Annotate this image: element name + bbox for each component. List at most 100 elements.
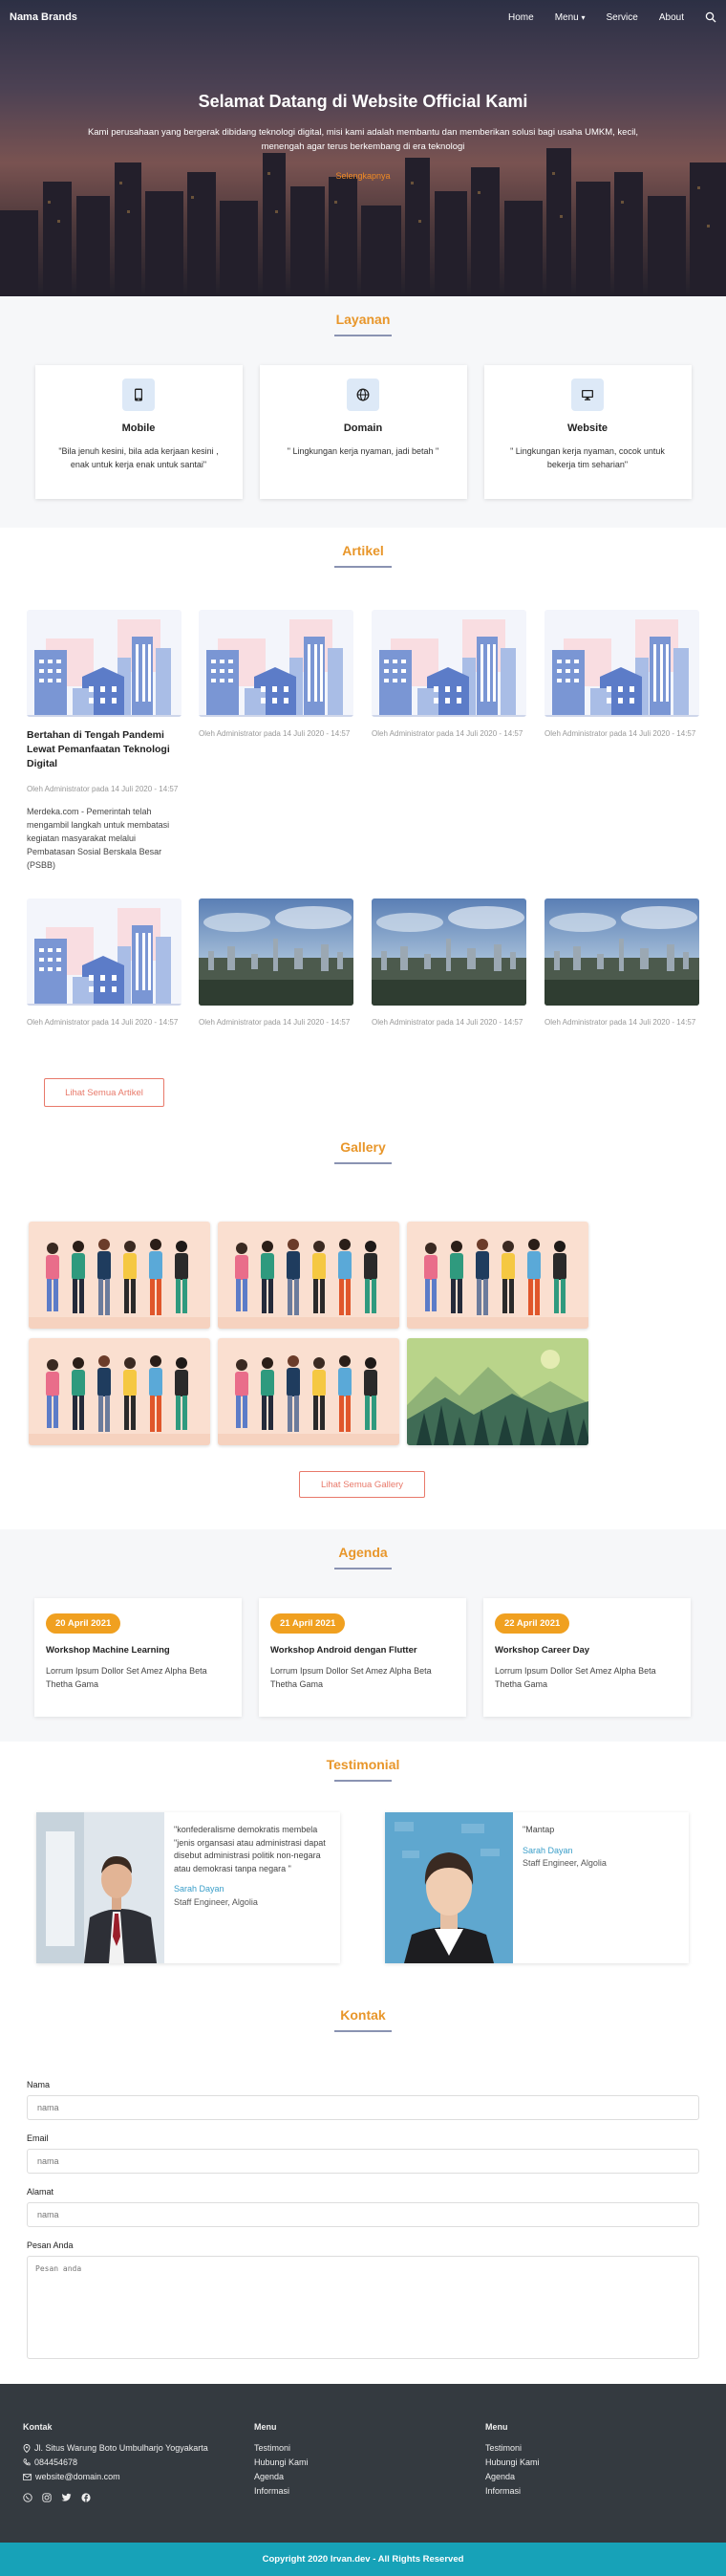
article-card[interactable]: Oleh Administrator pada 14 Juli 2020 - 1… — [372, 898, 526, 1028]
article-image[interactable] — [372, 610, 526, 717]
testimonial-card: "Mantap Sarah Dayan Staff Engineer, Algo… — [385, 1812, 689, 1963]
article-image[interactable] — [544, 898, 699, 1006]
footer-link[interactable]: Informasi — [485, 2486, 540, 2496]
article-title[interactable]: Bertahan di Tengah Pandemi Lewat Pemanfa… — [27, 728, 182, 772]
footer-link[interactable]: Testimoni — [254, 2443, 309, 2453]
chevron-down-icon: ▾ — [581, 12, 586, 22]
view-all-articles-button[interactable]: Lihat Semua Artikel — [44, 1078, 164, 1107]
service-desc: "Bila jenuh kesini, bila ada kerjaan kes… — [58, 446, 219, 469]
article-meta: Oleh Administrator pada 14 Juli 2020 - 1… — [199, 729, 351, 738]
footer-link[interactable]: Informasi — [254, 2486, 309, 2496]
footer-link[interactable]: Hubungi Kami — [254, 2457, 309, 2467]
footer-link[interactable]: Agenda — [254, 2472, 309, 2481]
service-desc: " Lingkungan kerja nyaman, cocok untuk b… — [510, 446, 665, 469]
artikel-section: Artikel Bertahan di Tengah Pandemi Lewat… — [0, 528, 726, 1139]
footer-phone: 084454678 — [34, 2457, 78, 2467]
footer-menu-column: Menu Testimoni Hubungi Kami Agenda Infor… — [254, 2422, 309, 2500]
gallery-image[interactable] — [29, 1222, 210, 1329]
nama-input[interactable] — [27, 2095, 699, 2120]
footer-link[interactable]: Testimoni — [485, 2443, 540, 2453]
nav-home[interactable]: Home — [508, 12, 534, 23]
nav-about[interactable]: About — [659, 12, 684, 23]
agenda-title-text: Workshop Career Day — [495, 1645, 590, 1656]
alamat-label: Alamat — [27, 2187, 54, 2197]
footer-contact-column: Kontak Jl. Situs Warung Boto Umbulharjo … — [23, 2422, 208, 2502]
article-meta: Oleh Administrator pada 14 Juli 2020 - 1… — [199, 1018, 351, 1027]
agenda-card[interactable]: 22 April 2021 Workshop Career Day Lorrum… — [483, 1598, 691, 1717]
article-meta: Oleh Administrator pada 14 Juli 2020 - 1… — [372, 1018, 523, 1027]
agenda-title-text: Workshop Android dengan Flutter — [270, 1645, 417, 1656]
testimonial-card: "konfederalisme demokratis membela "jeni… — [36, 1812, 340, 1963]
article-image[interactable] — [27, 898, 182, 1006]
whatsapp-icon[interactable] — [23, 2493, 32, 2502]
pesan-textarea[interactable] — [27, 2256, 699, 2359]
gallery-image[interactable] — [407, 1338, 588, 1445]
hero-title: Selamat Datang di Website Official Kami — [198, 92, 528, 111]
nav-menu-label: Menu — [554, 11, 579, 23]
phone-icon — [23, 2458, 31, 2466]
article-card-featured[interactable]: Bertahan di Tengah Pandemi Lewat Pemanfa… — [27, 610, 182, 873]
article-excerpt: Merdeka.com - Pemerintah telah mengambil… — [27, 807, 170, 870]
article-image[interactable] — [372, 898, 526, 1006]
footer-link[interactable]: Agenda — [485, 2472, 540, 2481]
testimonial-photo — [36, 1812, 164, 1963]
service-card-mobile: Mobile "Bila jenuh kesini, bila ada kerj… — [34, 365, 243, 499]
agenda-title-text: Workshop Machine Learning — [46, 1645, 170, 1656]
service-desc: " Lingkungan kerja nyaman, jadi betah " — [287, 446, 439, 456]
agenda-card[interactable]: 21 April 2021 Workshop Android dengan Fl… — [259, 1598, 466, 1717]
hero-subtitle: Kami perusahaan yang bergerak dibidang t… — [87, 127, 639, 153]
map-pin-icon — [23, 2443, 31, 2453]
article-meta: Oleh Administrator pada 14 Juli 2020 - 1… — [27, 1018, 179, 1027]
nav-menu-dropdown[interactable]: Menu ▾ — [555, 12, 586, 23]
monitor-icon — [571, 379, 604, 411]
agenda-card[interactable]: 20 April 2021 Workshop Machine Learning … — [34, 1598, 242, 1717]
email-label: Email — [27, 2133, 49, 2143]
footer-menu-heading: Menu — [485, 2422, 508, 2432]
hero-cta-link[interactable]: Selengkapnya — [335, 171, 390, 181]
artikel-title: Artikel — [342, 543, 384, 558]
gallery-image[interactable] — [218, 1338, 399, 1445]
service-name: Website — [567, 422, 608, 434]
brand-logo[interactable]: Nama Brands — [10, 11, 77, 23]
service-name: Domain — [343, 422, 383, 434]
agenda-desc: Lorrum Ipsum Dollor Set Amez Alpha Beta … — [495, 1666, 656, 1689]
gallery-title: Gallery — [340, 1139, 386, 1155]
hero-section: Selamat Datang di Website Official Kami … — [0, 0, 726, 296]
article-meta: Oleh Administrator pada 14 Juli 2020 - 1… — [544, 1018, 696, 1027]
contact-form: Nama Email Alamat Pesan Anda — [27, 2080, 699, 2359]
nav-service[interactable]: Service — [607, 12, 638, 23]
globe-icon — [347, 379, 379, 411]
social-links — [23, 2493, 208, 2502]
footer-email[interactable]: website@domain.com — [35, 2472, 120, 2481]
testimonial-name: Sarah Dayan — [523, 1845, 573, 1855]
testimonial-role: Staff Engineer, Algolia — [523, 1858, 607, 1868]
service-name: Mobile — [121, 422, 156, 434]
footer-contact-heading: Kontak — [23, 2422, 53, 2432]
layanan-section: Layanan Mobile "Bila jenuh kesini, bila … — [0, 296, 726, 528]
footer-address: Jl. Situs Warung Boto Umbulharjo Yogyaka… — [34, 2443, 208, 2453]
gallery-image[interactable] — [218, 1222, 399, 1329]
footer-link[interactable]: Hubungi Kami — [485, 2457, 540, 2467]
article-card[interactable]: Oleh Administrator pada 14 Juli 2020 - 1… — [199, 610, 353, 740]
article-card[interactable]: Oleh Administrator pada 14 Juli 2020 - 1… — [372, 610, 526, 740]
article-card[interactable]: Oleh Administrator pada 14 Juli 2020 - 1… — [544, 610, 699, 740]
alamat-input[interactable] — [27, 2202, 699, 2227]
facebook-icon[interactable] — [81, 2493, 91, 2502]
testimonial-name: Sarah Dayan — [174, 1884, 224, 1894]
article-image[interactable] — [199, 610, 353, 717]
email-input[interactable] — [27, 2149, 699, 2174]
twitter-icon[interactable] — [61, 2493, 72, 2502]
layanan-title: Layanan — [335, 312, 391, 327]
search-icon[interactable] — [705, 11, 716, 23]
article-card[interactable]: Oleh Administrator pada 14 Juli 2020 - 1… — [199, 898, 353, 1028]
article-card[interactable]: Oleh Administrator pada 14 Juli 2020 - 1… — [27, 898, 182, 1028]
article-image[interactable] — [544, 610, 699, 717]
instagram-icon[interactable] — [42, 2493, 52, 2502]
article-image[interactable] — [199, 898, 353, 1006]
article-image[interactable] — [27, 610, 182, 717]
gallery-image[interactable] — [29, 1338, 210, 1445]
gallery-image[interactable] — [407, 1222, 588, 1329]
agenda-date-badge: 21 April 2021 — [270, 1613, 346, 1634]
article-card[interactable]: Oleh Administrator pada 14 Juli 2020 - 1… — [544, 898, 699, 1028]
view-all-gallery-button[interactable]: Lihat Semua Gallery — [299, 1471, 425, 1498]
